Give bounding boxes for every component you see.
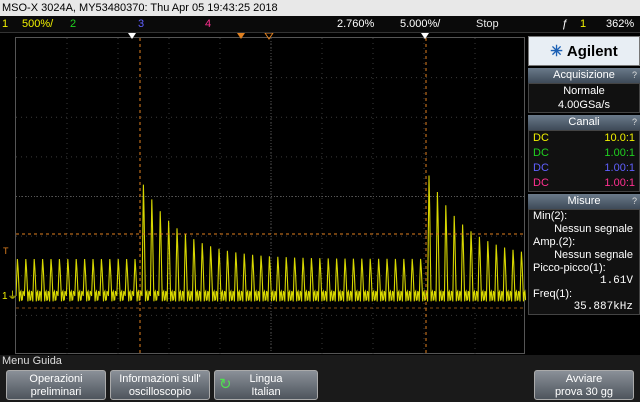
channels-header[interactable]: Canali? bbox=[528, 115, 640, 130]
cursor-marker-b bbox=[264, 33, 274, 40]
window-title: MSO-X 3024A, MY53480370: Thu Apr 05 19:4… bbox=[0, 0, 640, 16]
meas-value-pkpk: 1.61V bbox=[599, 275, 633, 287]
meas-label-pkpk: Picco-picco(1): bbox=[533, 262, 606, 274]
measurements-header[interactable]: Misure? bbox=[528, 194, 640, 209]
meas-value-amp: Nessun segnale bbox=[554, 249, 633, 261]
waveform-grid[interactable] bbox=[15, 37, 526, 355]
acquisition-header[interactable]: Acquisizione? bbox=[528, 68, 640, 83]
trigger-position-marker bbox=[128, 33, 136, 39]
meas-label-amp: Amp.(2): bbox=[533, 236, 576, 248]
ch3-number[interactable]: 3 bbox=[138, 16, 144, 33]
meas-label-min: Min(2): bbox=[533, 210, 568, 222]
status-bar: 1 500%/ 2 3 4 2.760% 5.000%/ Stop ƒ 1 36… bbox=[0, 16, 640, 33]
trigger-edge-icon: ƒ bbox=[562, 18, 569, 30]
help-icon[interactable]: ? bbox=[632, 68, 637, 83]
help-icon[interactable]: ? bbox=[632, 115, 637, 130]
trigger-level[interactable]: 362% bbox=[606, 16, 634, 33]
rotate-knob-icon: ↻ bbox=[219, 376, 232, 393]
delay-marker bbox=[421, 33, 429, 39]
top-markers bbox=[128, 33, 429, 40]
ch2-number[interactable]: 2 bbox=[70, 16, 76, 33]
ch4-number[interactable]: 4 bbox=[205, 16, 211, 33]
help-icon[interactable]: ? bbox=[632, 194, 637, 209]
meas-value-min: Nessun segnale bbox=[554, 223, 633, 235]
trigger-channel[interactable]: 1 bbox=[580, 16, 586, 33]
side-panel: ✳ Agilent Acquisizione? Normale 4.00GSa/… bbox=[528, 36, 640, 354]
ch1-ground-marker: 1⏚ bbox=[2, 291, 18, 302]
softkey-bar: Menu Guida Operazioni preliminari Inform… bbox=[0, 355, 640, 402]
menu-title: Menu Guida bbox=[2, 355, 62, 367]
channel-row-2[interactable]: DC 1.00:1 bbox=[529, 146, 639, 161]
acq-mode: Normale bbox=[563, 85, 605, 97]
measurements-box: Min(2): Nessun segnale Amp.(2): Nessun s… bbox=[528, 209, 640, 315]
cursor-marker-a bbox=[237, 33, 245, 39]
meas-label-freq: Freq(1): bbox=[533, 288, 573, 300]
time-delay[interactable]: 2.760% bbox=[337, 16, 374, 33]
channels-box: DC 10.0:1 DC 1.00:1 DC 1.00:1 DC 1.00:1 bbox=[528, 130, 640, 192]
acq-rate: 4.00GSa/s bbox=[558, 99, 610, 111]
trigger-level-marker: T bbox=[3, 246, 9, 256]
softkey-about-scope[interactable]: Informazioni sull' oscilloscopio bbox=[110, 370, 210, 400]
acquisition-box: Normale 4.00GSa/s bbox=[528, 83, 640, 113]
ch1-number[interactable]: 1 bbox=[2, 16, 8, 33]
meas-value-freq: 35.887kHz bbox=[573, 301, 633, 313]
softkey-start-trial[interactable]: Avviare prova 30 gg bbox=[534, 370, 634, 400]
softkey-getting-started[interactable]: Operazioni preliminari bbox=[6, 370, 106, 400]
waveform-display bbox=[16, 38, 526, 355]
ch1-scale[interactable]: 500%/ bbox=[22, 16, 53, 33]
channel-row-3[interactable]: DC 1.00:1 bbox=[529, 161, 639, 176]
brand-logo: ✳ Agilent bbox=[528, 36, 640, 66]
softkey-language[interactable]: ↻ Lingua Italian bbox=[214, 370, 318, 400]
channel-row-4[interactable]: DC 1.00:1 bbox=[529, 176, 639, 191]
time-scale[interactable]: 5.000%/ bbox=[400, 16, 440, 33]
run-state[interactable]: Stop bbox=[476, 16, 499, 33]
agilent-spark-icon: ✳ bbox=[550, 43, 563, 60]
channel-row-1[interactable]: DC 10.0:1 bbox=[529, 131, 639, 146]
